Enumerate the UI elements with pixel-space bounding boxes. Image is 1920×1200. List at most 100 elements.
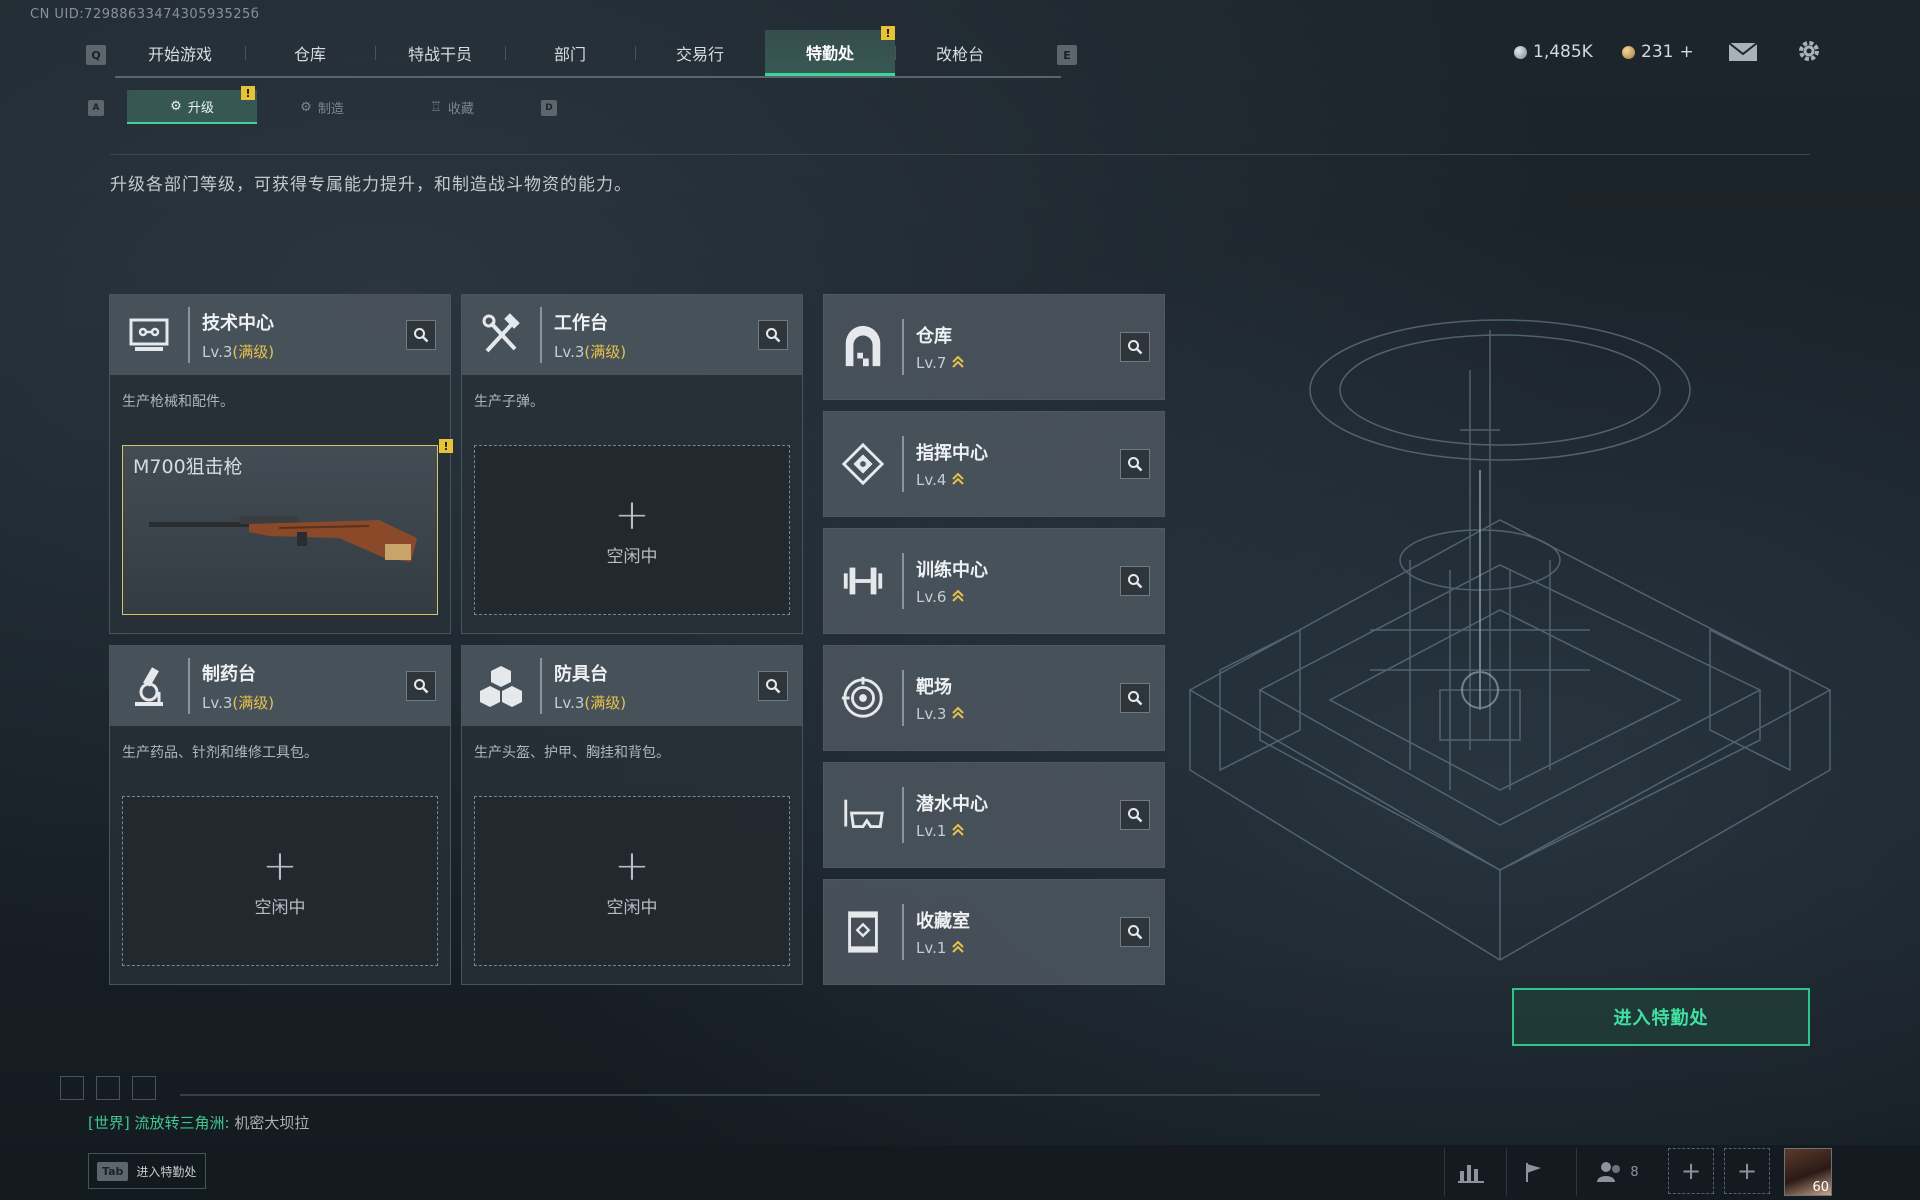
facility-card-warehouse[interactable]: 仓库 Lv.7 bbox=[823, 294, 1165, 400]
uid-label: CN UID:7298863347430593525б bbox=[30, 7, 260, 22]
facility-card-command-center[interactable]: 指挥中心 Lv.4 bbox=[823, 411, 1165, 517]
facility-card-diving-center[interactable]: 潜水中心 Lv.1 bbox=[823, 762, 1165, 868]
crafting-slot-empty[interactable]: + 空闲中 bbox=[122, 796, 438, 966]
dumbbell-icon bbox=[824, 529, 902, 633]
silver-amount: 1,485K bbox=[1533, 42, 1593, 62]
flag-icon[interactable] bbox=[1506, 1148, 1558, 1196]
trophy-icon: ♖ bbox=[430, 99, 442, 115]
warehouse-icon bbox=[824, 295, 902, 399]
subtab-craft[interactable]: ⚙ 制造 bbox=[257, 90, 387, 124]
subtab-upgrade-label: 升级 bbox=[187, 100, 214, 116]
facility-level: Lv.3 bbox=[916, 705, 947, 723]
search-button[interactable] bbox=[758, 671, 788, 701]
tab-warehouse[interactable]: 仓库 bbox=[245, 30, 375, 76]
header-divider bbox=[110, 154, 1810, 155]
mail-icon[interactable] bbox=[1728, 42, 1758, 62]
gold-currency[interactable]: 231 + bbox=[1622, 42, 1694, 62]
item-name: M700狙击枪 bbox=[133, 456, 243, 478]
tab-hint[interactable]: Tab 进入特勤处 bbox=[88, 1153, 206, 1189]
search-button[interactable] bbox=[758, 320, 788, 350]
boxes-icon bbox=[462, 646, 540, 726]
search-icon bbox=[1128, 340, 1143, 355]
alert-icon: ! bbox=[241, 86, 255, 100]
friends-count: 8 bbox=[1630, 1164, 1639, 1180]
station-level: Lv.3 bbox=[554, 342, 585, 361]
add-teammate-button[interactable]: + bbox=[1668, 1148, 1714, 1194]
search-button[interactable] bbox=[1120, 917, 1150, 947]
facility-card-collection-room[interactable]: 收藏室 Lv.1 bbox=[823, 879, 1165, 985]
facility-title: 训练中心 bbox=[916, 560, 988, 581]
facility-level: Lv.4 bbox=[916, 471, 947, 489]
station-card-armor-bench[interactable]: 防具台 Lv.3(满级) 生产头盔、护甲、胸挂和背包。 + 空闲中 bbox=[461, 645, 803, 985]
station-card-tech-center[interactable]: 技术中心 Lv.3(满级) 生产枪械和配件。 M700狙击枪 ! bbox=[109, 294, 453, 634]
search-button[interactable] bbox=[406, 671, 436, 701]
gold-add-icon[interactable]: + bbox=[1679, 42, 1693, 62]
tab-special-ops[interactable]: 特勤处 ! bbox=[765, 26, 895, 76]
upgrade-arrow-icon bbox=[952, 355, 965, 368]
facility-level: Lv.1 bbox=[916, 822, 947, 840]
max-level-tag: (满级) bbox=[584, 693, 627, 712]
diving-mask-icon bbox=[824, 763, 902, 867]
max-level-tag: (满级) bbox=[584, 342, 627, 361]
crafting-slot-empty[interactable]: + 空闲中 bbox=[474, 796, 790, 966]
subnav-left-key: A bbox=[88, 100, 104, 116]
search-button[interactable] bbox=[1120, 449, 1150, 479]
station-title: 防具台 bbox=[554, 663, 608, 685]
max-level-tag: (满级) bbox=[232, 693, 275, 712]
search-button[interactable] bbox=[1120, 800, 1150, 830]
stats-icon[interactable] bbox=[1444, 1148, 1496, 1196]
station-title: 工作台 bbox=[554, 312, 608, 334]
search-button[interactable] bbox=[1120, 332, 1150, 362]
tab-operators[interactable]: 特战干员 bbox=[375, 30, 505, 76]
search-button[interactable] bbox=[1120, 566, 1150, 596]
station-level: Lv.3 bbox=[202, 693, 233, 712]
search-icon bbox=[1128, 574, 1143, 589]
station-card-workbench[interactable]: 工作台 Lv.3(满级) 生产子弹。 + 空闲中 bbox=[461, 294, 803, 634]
tab-departments[interactable]: 部门 bbox=[505, 30, 635, 76]
page-description: 升级各部门等级，可获得专属能力提升，和制造战斗物资的能力。 bbox=[110, 175, 632, 195]
search-button[interactable] bbox=[406, 320, 436, 350]
slot-status: 空闲中 bbox=[606, 546, 658, 567]
station-description: 生产枪械和配件。 bbox=[122, 394, 234, 410]
station-description: 生产药品、针剂和维修工具包。 bbox=[122, 745, 318, 761]
enter-special-ops-button[interactable]: 进入特勤处 bbox=[1512, 988, 1810, 1046]
slot-status: 空闲中 bbox=[254, 897, 306, 918]
tab-gunsmith[interactable]: 改枪台 bbox=[895, 30, 1025, 76]
alert-icon: ! bbox=[439, 439, 453, 453]
upgrade-arrow-icon bbox=[952, 823, 965, 836]
hammer-wrench-icon bbox=[462, 295, 540, 375]
subnav-right-key: D bbox=[541, 100, 557, 116]
main-nav: 开始游戏 仓库 特战干员 部门 交易行 特勤处 ! 改枪台 bbox=[115, 26, 1061, 78]
crafting-slot-item[interactable]: M700狙击枪 ! bbox=[122, 439, 453, 615]
search-button[interactable] bbox=[1120, 683, 1150, 713]
subtab-collection[interactable]: ♖ 收藏 bbox=[387, 90, 517, 124]
add-teammate-button[interactable]: + bbox=[1724, 1148, 1770, 1194]
facility-title: 指挥中心 bbox=[916, 443, 988, 464]
silver-coin-icon bbox=[1514, 45, 1527, 59]
search-icon bbox=[414, 328, 429, 343]
tab-start-game[interactable]: 开始游戏 bbox=[115, 30, 245, 76]
facility-title: 收藏室 bbox=[916, 911, 970, 932]
tab-trading[interactable]: 交易行 bbox=[635, 30, 765, 76]
upgrade-arrow-icon bbox=[952, 706, 965, 719]
plus-icon: + bbox=[614, 840, 650, 890]
gear-icon[interactable] bbox=[1796, 38, 1822, 64]
world-chat[interactable]: [世界] 流放转三角洲: 机密大坝拉 bbox=[88, 1112, 309, 1133]
station-card-pharmacy[interactable]: 制药台 Lv.3(满级) 生产药品、针剂和维修工具包。 + 空闲中 bbox=[109, 645, 451, 985]
subtab-upgrade[interactable]: ⚙ 升级 ! bbox=[127, 86, 257, 124]
search-icon bbox=[1128, 808, 1143, 823]
subtab-craft-label: 制造 bbox=[317, 101, 344, 117]
upgrade-gear-icon: ⚙ bbox=[170, 98, 182, 114]
facility-level: Lv.6 bbox=[916, 588, 947, 606]
crafting-slot-empty[interactable]: + 空闲中 bbox=[474, 445, 790, 615]
alert-icon: ! bbox=[881, 26, 895, 40]
facility-card-training-center[interactable]: 训练中心 Lv.6 bbox=[823, 528, 1165, 634]
tab-hint-label: 进入特勤处 bbox=[136, 1164, 197, 1179]
microscope-icon bbox=[110, 646, 188, 726]
gold-amount: 231 bbox=[1641, 42, 1674, 62]
friends-button[interactable]: 8 bbox=[1576, 1148, 1658, 1196]
chat-sender[interactable]: 流放转三角洲: bbox=[135, 1114, 230, 1132]
plus-icon: + bbox=[614, 489, 650, 539]
facility-card-shooting-range[interactable]: 靶场 Lv.3 bbox=[823, 645, 1165, 751]
avatar[interactable]: 60 bbox=[1784, 1148, 1832, 1196]
